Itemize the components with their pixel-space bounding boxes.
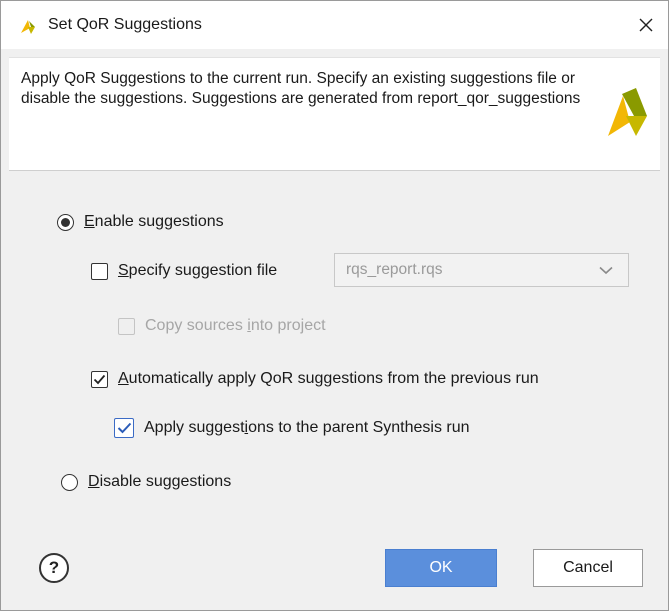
specify-suggestion-file-checkbox[interactable]: Specify suggestion file bbox=[91, 262, 277, 280]
specify-file-checkbox-box[interactable] bbox=[91, 262, 108, 280]
close-icon bbox=[639, 18, 653, 32]
checkmark-icon bbox=[93, 374, 106, 384]
dialog-title: Set QoR Suggestions bbox=[48, 16, 202, 33]
enable-radio-indicator[interactable] bbox=[57, 213, 74, 231]
cancel-button[interactable]: Cancel bbox=[533, 549, 643, 587]
title-bar: Set QoR Suggestions bbox=[1, 1, 668, 49]
auto-apply-checkbox-box[interactable] bbox=[91, 370, 108, 388]
vivado-logo-icon bbox=[608, 88, 647, 136]
disable-radio-indicator[interactable] bbox=[61, 473, 78, 491]
enable-suggestions-radio[interactable]: Enable suggestions bbox=[57, 213, 224, 231]
chevron-down-icon bbox=[599, 266, 613, 274]
auto-apply-checkbox[interactable]: Automatically apply QoR suggestions from… bbox=[91, 370, 539, 388]
apply-parent-label: Apply suggestions to the parent Synthesi… bbox=[144, 419, 470, 436]
help-button[interactable]: ? bbox=[39, 553, 69, 583]
disable-suggestions-radio[interactable]: Disable suggestions bbox=[61, 473, 231, 491]
copy-sources-label: Copy sources into project bbox=[145, 317, 326, 334]
disable-suggestions-label: Disable suggestions bbox=[88, 473, 232, 490]
description-panel: Apply QoR Suggestions to the current run… bbox=[9, 57, 660, 171]
ok-button[interactable]: OK bbox=[385, 549, 497, 587]
specify-suggestion-file-label: Specify suggestion file bbox=[118, 262, 278, 279]
suggestion-file-dropdown[interactable]: rqs_report.rqs bbox=[334, 253, 629, 287]
vivado-logo-icon bbox=[21, 20, 35, 34]
copy-sources-checkbox-box[interactable] bbox=[118, 317, 135, 335]
close-button[interactable] bbox=[628, 9, 664, 41]
checkmark-icon bbox=[117, 422, 131, 434]
dialog-description: Apply QoR Suggestions to the current run… bbox=[21, 70, 581, 107]
auto-apply-label: Automatically apply QoR suggestions from… bbox=[118, 370, 539, 387]
set-qor-suggestions-dialog: Set QoR Suggestions Apply QoR Suggestion… bbox=[0, 0, 669, 611]
apply-parent-synthesis-checkbox[interactable]: Apply suggestions to the parent Synthesi… bbox=[114, 418, 470, 438]
apply-parent-checkbox-box[interactable] bbox=[114, 418, 134, 438]
copy-sources-checkbox[interactable]: Copy sources into project bbox=[118, 317, 326, 335]
enable-suggestions-label: Enable suggestions bbox=[84, 213, 224, 230]
suggestion-file-value: rqs_report.rqs bbox=[346, 261, 443, 278]
